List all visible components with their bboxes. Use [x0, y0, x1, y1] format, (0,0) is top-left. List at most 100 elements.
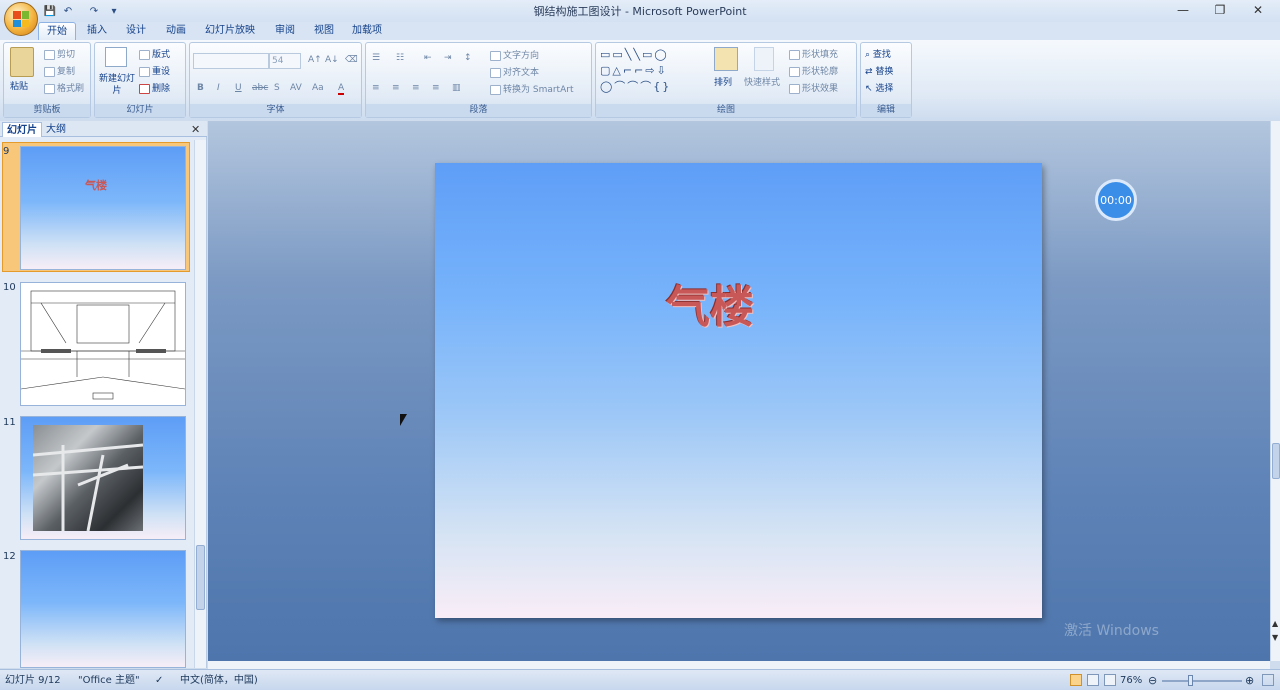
shrink-font-icon[interactable]: A↓: [325, 55, 339, 65]
previous-slide-icon[interactable]: ▲: [1272, 619, 1278, 628]
increase-indent-icon[interactable]: ⇥: [444, 53, 452, 63]
text-direction-label: 文字方向: [503, 51, 540, 61]
delete-label: 删除: [152, 84, 171, 94]
drawing-group-label: 绘图: [596, 104, 856, 117]
vertical-scrollbar[interactable]: ▲ ▼: [1270, 121, 1280, 661]
office-button[interactable]: [4, 2, 38, 36]
bold-button[interactable]: B: [197, 83, 204, 93]
replace-button[interactable]: ⇄ 替换: [865, 64, 893, 77]
slides-group-label: 幻灯片: [95, 104, 185, 117]
numbering-icon[interactable]: ☷: [396, 53, 404, 63]
new-slide-icon[interactable]: [105, 47, 127, 67]
align-left-icon[interactable]: ≡: [372, 83, 380, 93]
shadow-button[interactable]: S: [274, 83, 280, 93]
format-painter-button[interactable]: 格式刷: [44, 81, 84, 94]
zoom-level[interactable]: 76%: [1120, 673, 1142, 688]
zoom-slider-thumb[interactable]: [1188, 675, 1193, 686]
decrease-indent-icon[interactable]: ⇤: [424, 53, 432, 63]
select-button[interactable]: ↖ 选择: [865, 81, 893, 94]
zoom-slider-track[interactable]: [1162, 680, 1242, 682]
char-spacing-button[interactable]: AV: [290, 83, 302, 93]
slideshow-view-icon[interactable]: [1104, 674, 1116, 686]
thumbnail-number: 12: [3, 551, 16, 562]
shapes-gallery[interactable]: ▭▭╲╲▭◯ ▢△⌐⌐⇨⇩ ◯⌒⌒⌒{}: [600, 47, 700, 97]
find-label: 查找: [872, 50, 891, 60]
arrange-button[interactable]: 排列: [714, 75, 732, 88]
strikethrough-button[interactable]: abc: [252, 83, 268, 93]
align-text-button[interactable]: 对齐文本: [490, 65, 539, 78]
find-button[interactable]: ⌕ 查找: [865, 47, 891, 60]
clear-format-icon[interactable]: ⌫: [345, 55, 358, 65]
tab-review[interactable]: 审阅: [267, 22, 303, 40]
thumbnail-number: 11: [3, 417, 16, 428]
zoom-in-icon[interactable]: ⊕: [1245, 673, 1254, 688]
restore-button[interactable]: ❐: [1202, 0, 1238, 20]
new-slide-button[interactable]: 新建幻灯片: [99, 73, 135, 97]
underline-button[interactable]: U: [235, 83, 242, 93]
slide-thumbnail-9[interactable]: 气楼: [20, 146, 186, 270]
change-case-button[interactable]: Aa: [312, 83, 324, 93]
shape-outline-button[interactable]: 形状轮廓: [789, 64, 838, 77]
text-direction-button[interactable]: 文字方向: [490, 48, 539, 61]
recording-timer[interactable]: 00:00: [1095, 179, 1137, 221]
font-size-input[interactable]: 54: [269, 53, 301, 69]
quick-styles-button[interactable]: 快速样式: [744, 75, 780, 88]
current-slide[interactable]: 气楼: [435, 163, 1042, 618]
paste-icon[interactable]: [10, 47, 34, 77]
line-spacing-icon[interactable]: ↕: [464, 53, 472, 63]
reset-button[interactable]: 重设: [139, 64, 170, 77]
status-bar: 幻灯片 9/12 "Office 主题" ✓ 中文(简体，中国) 76% ⊖ ⊕: [0, 669, 1280, 690]
format-painter-label: 格式刷: [57, 84, 85, 94]
vertical-scroll-thumb[interactable]: [1272, 443, 1280, 479]
paste-button[interactable]: 粘贴: [10, 79, 28, 92]
drawing-group: ▭▭╲╲▭◯ ▢△⌐⌐⇨⇩ ◯⌒⌒⌒{} 排列 快速样式 形状填充 形状轮廓 形状效…: [595, 42, 857, 118]
slide-thumbnail-11[interactable]: [20, 416, 186, 540]
shape-fill-button[interactable]: 形状填充: [789, 47, 838, 60]
tab-outline-panel[interactable]: 大纲: [42, 122, 70, 137]
panel-close-icon[interactable]: ✕: [191, 123, 200, 136]
arrange-icon[interactable]: [714, 47, 738, 71]
zoom-out-icon[interactable]: ⊖: [1148, 673, 1157, 688]
tab-slideshow[interactable]: 幻灯片放映: [197, 22, 263, 40]
tab-animation[interactable]: 动画: [158, 22, 194, 40]
align-center-icon[interactable]: ≡: [392, 83, 400, 93]
fit-window-icon[interactable]: [1262, 674, 1274, 686]
spellcheck-icon[interactable]: ✓: [155, 673, 163, 688]
select-label: 选择: [875, 84, 894, 94]
delete-slide-button[interactable]: 删除: [139, 81, 170, 94]
italic-button[interactable]: I: [217, 83, 220, 93]
font-color-button[interactable]: A: [338, 83, 345, 95]
tab-addins[interactable]: 加载项: [344, 22, 390, 40]
normal-view-icon[interactable]: [1070, 674, 1082, 686]
slide-thumbnail-12[interactable]: [20, 550, 186, 668]
columns-icon[interactable]: ▥: [452, 83, 461, 93]
panel-scroll-thumb[interactable]: [196, 545, 205, 610]
copy-button[interactable]: 复制: [44, 64, 75, 77]
close-button[interactable]: ✕: [1240, 0, 1276, 20]
cut-button[interactable]: 剪切: [44, 47, 75, 60]
justify-icon[interactable]: ≡: [432, 83, 440, 93]
smartart-button[interactable]: 转换为 SmartArt: [490, 82, 573, 95]
grow-font-icon[interactable]: A↑: [308, 55, 322, 65]
quick-styles-icon[interactable]: [754, 47, 774, 71]
tab-insert[interactable]: 插入: [79, 22, 115, 40]
slide-title[interactable]: 气楼: [435, 271, 985, 335]
tab-view[interactable]: 视图: [306, 22, 342, 40]
next-slide-icon[interactable]: ▼: [1272, 633, 1278, 642]
tab-slides-panel[interactable]: 幻灯片: [2, 122, 42, 137]
bullets-icon[interactable]: ☰: [372, 53, 380, 63]
shape-effects-button[interactable]: 形状效果: [789, 81, 838, 94]
structural-drawing-image: [21, 290, 185, 400]
horizontal-scrollbar[interactable]: [208, 661, 1270, 669]
language-indicator[interactable]: 中文(简体，中国): [180, 673, 258, 688]
font-name-input[interactable]: [193, 53, 269, 69]
tab-home[interactable]: 开始: [38, 22, 76, 40]
panel-scrollbar[interactable]: [194, 140, 206, 668]
layout-icon: [139, 49, 150, 60]
tab-design[interactable]: 设计: [118, 22, 154, 40]
align-right-icon[interactable]: ≡: [412, 83, 420, 93]
layout-button[interactable]: 版式: [139, 47, 170, 60]
slide-sorter-view-icon[interactable]: [1087, 674, 1099, 686]
minimize-button[interactable]: —: [1165, 0, 1201, 20]
slide-thumbnail-10[interactable]: [20, 282, 186, 406]
